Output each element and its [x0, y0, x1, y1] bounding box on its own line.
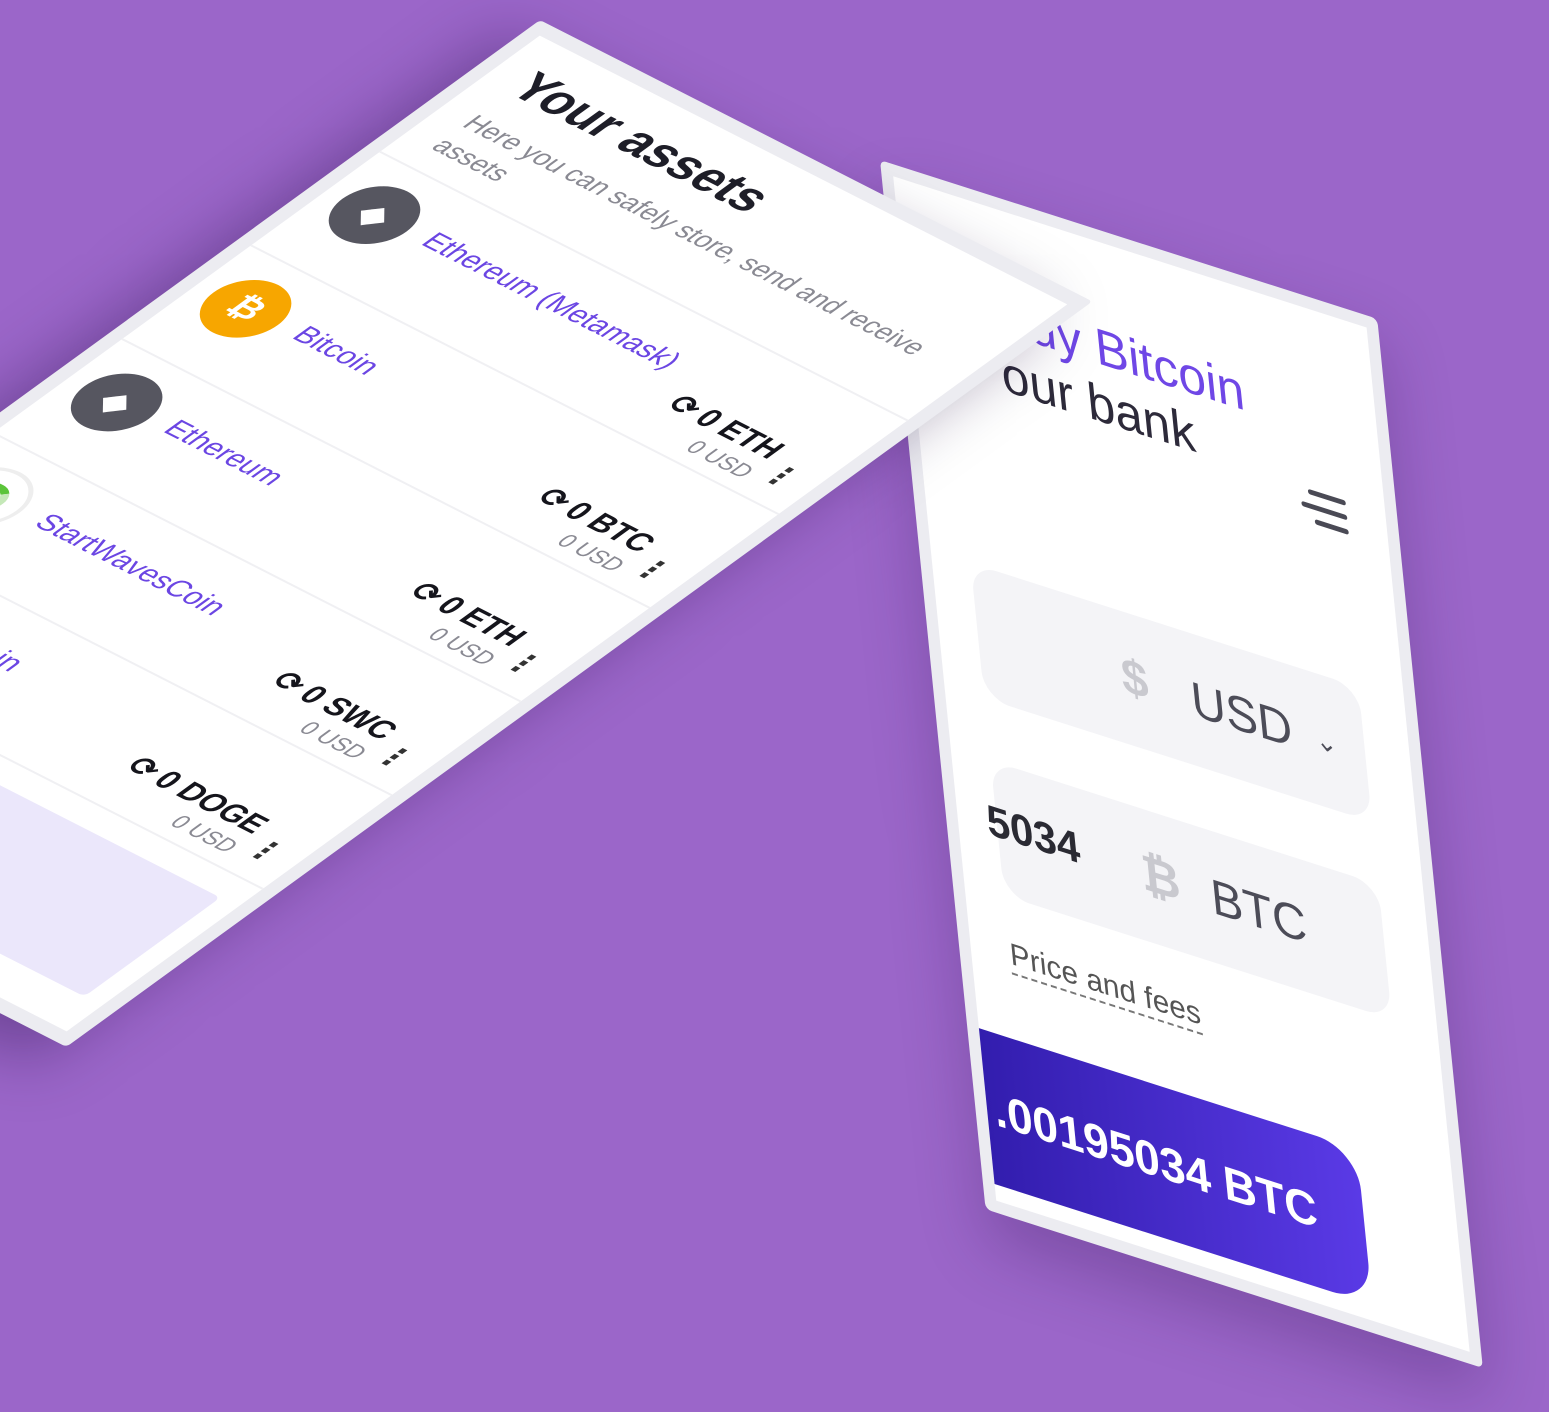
mir-logo: МИР — [1173, 1302, 1296, 1369]
hamburger-menu-icon[interactable] — [1295, 475, 1350, 544]
stage: Buy Bitcoin our bank $ USD ⌄ 5034 ₿ BTC … — [0, 0, 1549, 1412]
asset-name[interactable]: Ethereum — [156, 414, 293, 490]
currency-label: USD — [1188, 671, 1295, 760]
dollar-icon: $ — [1118, 647, 1151, 712]
buy-button[interactable]: .00195034 BTC — [939, 1015, 1373, 1305]
crypto-label: BTC — [1208, 869, 1310, 955]
price-and-fees-link[interactable]: Price and fees — [1008, 936, 1203, 1036]
bitcoin-icon: ₿ — [1138, 844, 1183, 913]
visa-logo: VISA — [941, 1230, 1058, 1320]
asset-name[interactable]: Bitcoin — [285, 321, 389, 380]
crypto-amount-value: 5034 — [984, 794, 1083, 874]
mastercard-icon — [1078, 1277, 1153, 1348]
chevron-down-icon: ⌄ — [1313, 722, 1339, 762]
asset-name[interactable]: Dogecoin — [0, 602, 33, 677]
